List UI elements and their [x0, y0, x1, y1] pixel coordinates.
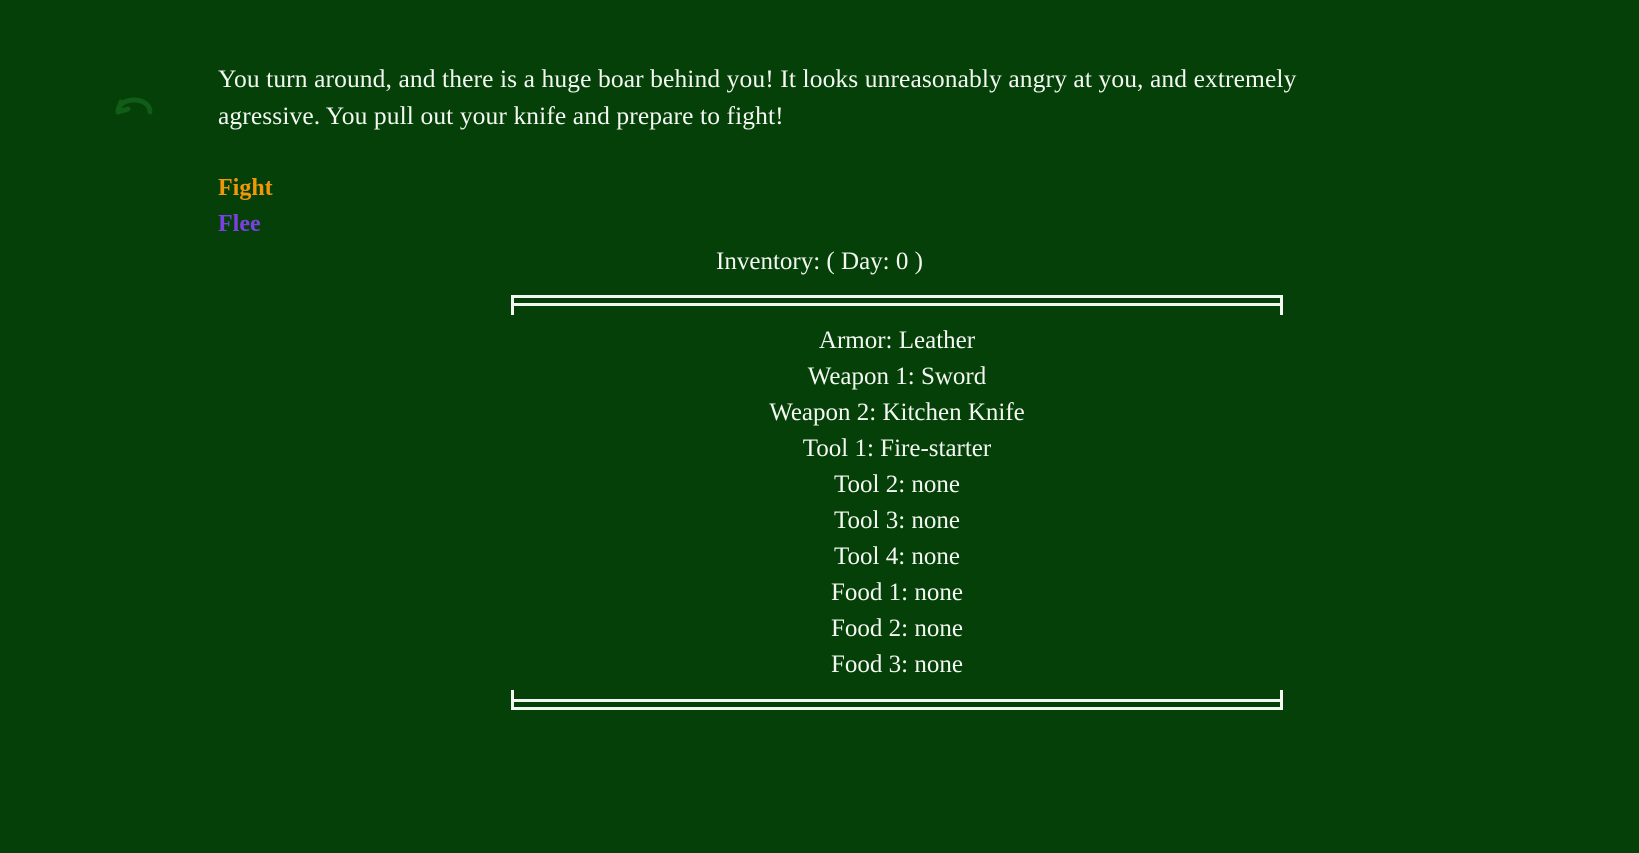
inventory-item-weapon-2: Weapon 2: Kitchen Knife	[769, 399, 1025, 426]
story-text: You turn around, and there is a huge boa…	[218, 64, 1297, 130]
inventory-item-tool-1: Tool 1: Fire-starter	[802, 435, 992, 462]
inventory-item-tool-2: Tool 2: none	[833, 471, 960, 498]
choice-list: Fight Flee	[218, 170, 273, 242]
choice-flee[interactable]: Flee	[218, 206, 273, 242]
inventory-panel: Armor: Leather Weapon 1: Sword Weapon 2:…	[511, 295, 1283, 710]
inventory-item-weapon-1: Weapon 1: Sword	[807, 363, 987, 390]
inventory-item-food-1: Food 1: none	[831, 579, 963, 606]
inventory-item-food-2: Food 2: none	[831, 615, 963, 642]
inventory-item-tool-3: Tool 3: none	[833, 507, 960, 534]
game-page: You turn around, and there is a huge boa…	[0, 0, 1639, 853]
inventory-item-tool-4: Tool 4: none	[833, 543, 960, 570]
undo-arrow-icon[interactable]	[106, 78, 162, 134]
inventory-item-armor: Armor: Leather	[818, 327, 976, 354]
inventory-title: Inventory: ( Day: 0 )	[716, 248, 923, 275]
choice-fight[interactable]: Fight	[218, 170, 273, 206]
inventory-top-rule	[511, 295, 1283, 315]
inventory-bottom-rule	[511, 690, 1283, 710]
inventory-item-list: Armor: Leather Weapon 1: Sword Weapon 2:…	[511, 306, 1283, 699]
inventory-item-food-3: Food 3: none	[831, 651, 963, 678]
